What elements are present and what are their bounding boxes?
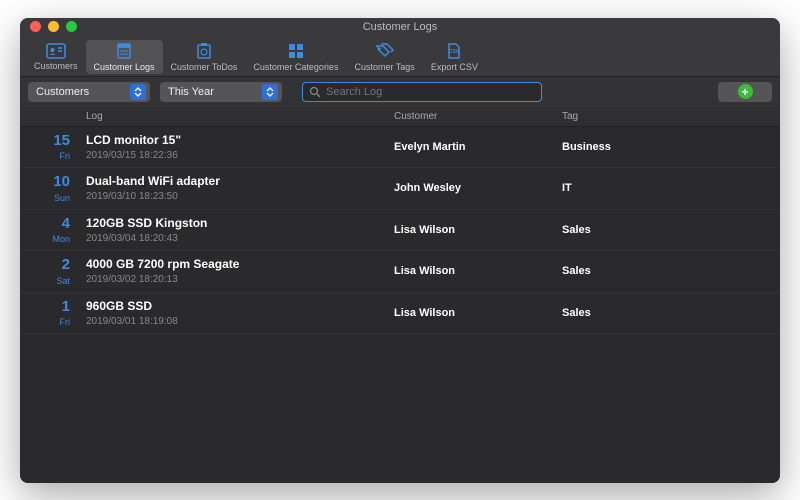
search-input[interactable]: [326, 86, 535, 98]
filter-select-period[interactable]: This Year: [160, 82, 282, 102]
log-title: 120GB SSD Kingston: [86, 216, 378, 230]
day-name: Fri: [60, 151, 71, 161]
grid-icon: [287, 42, 305, 60]
toolbar-item-label: Customer Logs: [94, 62, 155, 72]
day-number: 4: [62, 216, 70, 233]
day-number: 1: [62, 299, 70, 316]
day-number: 10: [53, 174, 70, 191]
day-name: Sat: [56, 276, 70, 286]
notebook-icon: [115, 42, 133, 60]
filter-select-scope[interactable]: Customers: [28, 82, 150, 102]
export-csv-icon: CSV: [445, 42, 463, 60]
tags-icon: [375, 42, 395, 60]
log-timestamp: 2019/03/01 18:19:08: [86, 316, 378, 327]
chevron-updown-icon: [262, 84, 278, 100]
table-row[interactable]: 4Mon 120GB SSD Kingston 2019/03/04 18:20:4…: [20, 210, 780, 252]
toolbar-item-customer-todos[interactable]: Customer ToDos: [163, 40, 246, 74]
toolbar-item-label: Customer Categories: [253, 62, 338, 72]
column-headers: Log Customer Tag: [20, 107, 780, 127]
search-field[interactable]: [302, 82, 542, 102]
day-name: Sun: [54, 193, 70, 203]
day-name: Mon: [52, 234, 70, 244]
add-button[interactable]: +: [718, 82, 772, 102]
plus-icon: +: [738, 84, 753, 99]
log-title: LCD monitor 15": [86, 133, 378, 147]
log-timestamp: 2019/03/02 18:20:13: [86, 274, 378, 285]
day-number: 15: [53, 133, 70, 150]
tag-name: Business: [562, 141, 696, 153]
customer-name: Lisa Wilson: [394, 307, 546, 319]
tag-name: Sales: [562, 265, 696, 277]
log-title: Dual-band WiFi adapter: [86, 174, 378, 188]
tag-name: Sales: [562, 307, 696, 319]
toolbar-item-customers[interactable]: Customers: [26, 40, 86, 74]
log-table: 15FriLCD monitor 15"2019/03/15 18:22:36E…: [20, 127, 780, 483]
tag-name: Sales: [562, 224, 696, 236]
column-header-tag[interactable]: Tag: [554, 107, 704, 126]
log-title: 4000 GB 7200 rpm Seagate: [86, 257, 378, 271]
toolbar: Customers Customer Logs Customer ToDos C…: [20, 36, 780, 77]
app-window: Customer Logs Customers Customer Logs Cu…: [20, 18, 780, 483]
customer-name: John Wesley: [394, 182, 546, 194]
toolbar-item-customer-categories[interactable]: Customer Categories: [245, 40, 346, 74]
select-value: This Year: [168, 86, 214, 98]
titlebar: Customer Logs: [20, 18, 780, 36]
column-header-log[interactable]: Log: [78, 107, 386, 126]
toolbar-item-label: Customer Tags: [354, 62, 414, 72]
clipboard-icon: [195, 42, 213, 60]
tag-name: IT: [562, 182, 696, 194]
window-title: Customer Logs: [20, 21, 780, 33]
toolbar-item-label: Customers: [34, 61, 78, 71]
table-row[interactable]: 15Fri LCD monitor 15" 2019/03/15 18:22:36 E…: [20, 127, 780, 169]
log-title: 960GB SSD: [86, 299, 378, 313]
toolbar-item-label: Export CSV: [431, 62, 478, 72]
column-header-date[interactable]: [20, 107, 78, 126]
table-row[interactable]: 2 Sat 4000 GB 7200 rpm Seagate 2019/03/02 1…: [20, 251, 780, 293]
toolbar-item-label: Customer ToDos: [171, 62, 238, 72]
column-header-customer[interactable]: Customer: [386, 107, 554, 126]
search-icon: [309, 86, 321, 98]
day-name: Fri: [60, 317, 71, 327]
id-card-icon: [46, 43, 66, 59]
chevron-updown-icon: [130, 84, 146, 100]
table-row[interactable]: 10 Sun Dual-band WiFi adapter 2019/03/10 18…: [20, 168, 780, 210]
toolbar-item-customer-logs[interactable]: Customer Logs: [86, 40, 163, 74]
filter-bar: Customers This Year +: [20, 77, 780, 107]
log-timestamp: 2019/03/04 18:20:43: [86, 233, 378, 244]
table-row[interactable]: 1Fri 960GB SSD 2019/03/01 18:19:08 Lisa Wil…: [20, 293, 780, 335]
customer-name: Lisa Wilson: [394, 265, 546, 277]
log-timestamp: 2019/03/10 18:23:50: [86, 191, 378, 202]
svg-text:CSV: CSV: [449, 49, 460, 55]
log-timestamp: 2019/03/15 18:22:36: [86, 150, 378, 161]
customer-name: Evelyn Martin: [394, 141, 546, 153]
customer-name: Lisa Wilson: [394, 224, 546, 236]
toolbar-item-customer-tags[interactable]: Customer Tags: [346, 40, 422, 74]
select-value: Customers: [36, 86, 89, 98]
day-number: 2: [62, 257, 70, 274]
toolbar-item-export-csv[interactable]: CSV Export CSV: [423, 40, 486, 74]
